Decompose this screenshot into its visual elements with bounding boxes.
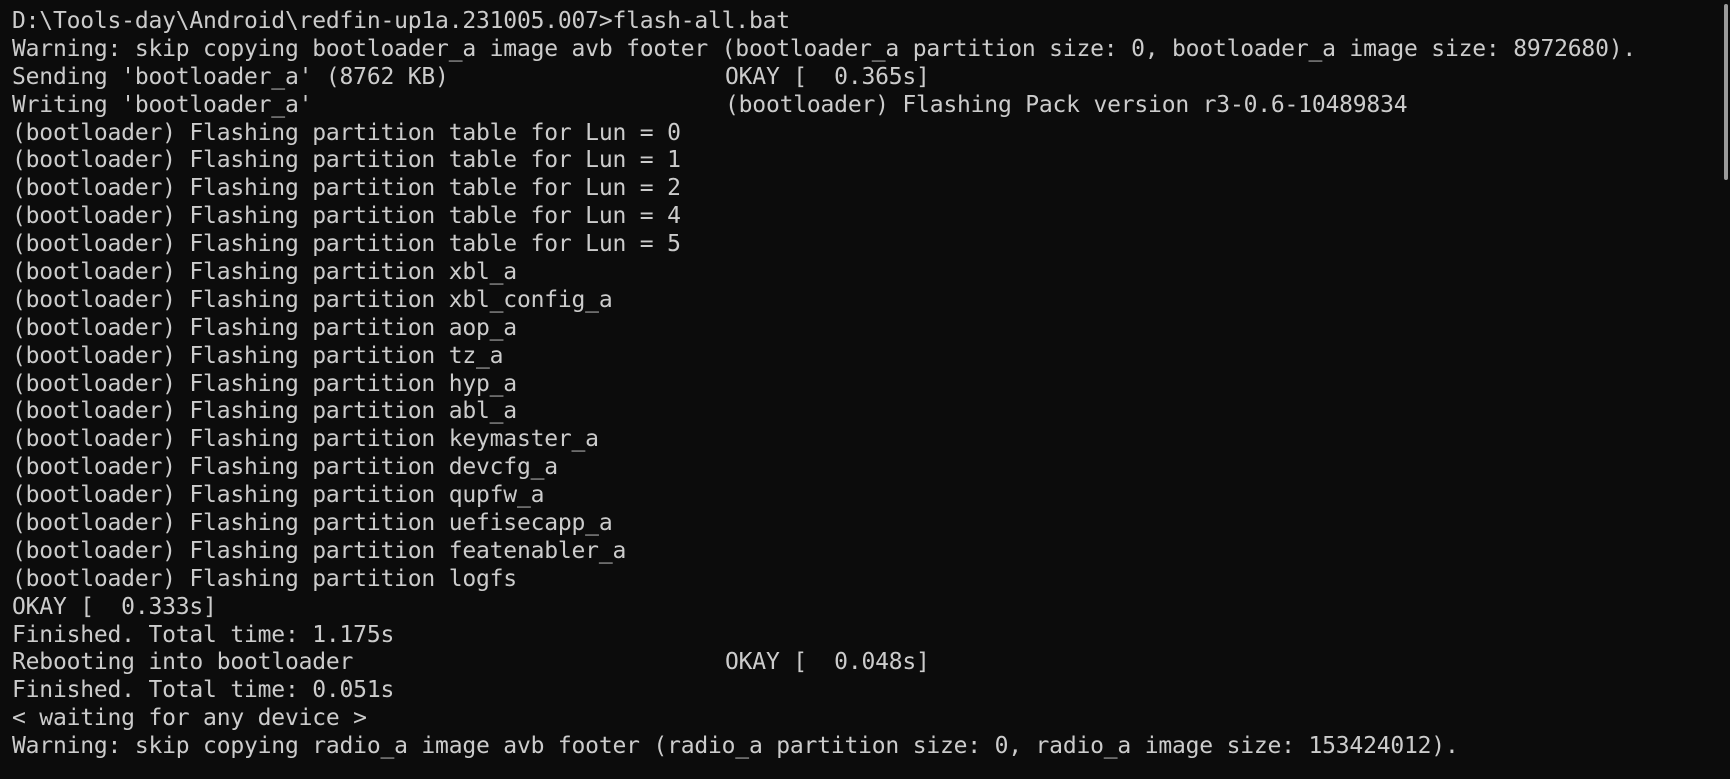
terminal-line: (bootloader) Flashing partition aop_a <box>12 315 1730 343</box>
terminal-output: D:\Tools-day\Android\redfin-up1a.231005.… <box>12 8 1730 761</box>
terminal-line: (bootloader) Flashing partition uefiseca… <box>12 510 1730 538</box>
line-text: (bootloader) Flashing partition aop_a <box>12 314 517 341</box>
line-text: Sending 'bootloader_a' (8762 KB) <box>12 63 449 90</box>
line-status: (bootloader) Flashing Pack version r3-0.… <box>725 91 1408 118</box>
line-text: (bootloader) Flashing partition xbl_a <box>12 259 517 286</box>
line-text: (bootloader) Flashing partition abl_a <box>12 398 517 425</box>
terminal-line: OKAY [ 0.333s] <box>12 594 1730 622</box>
terminal-line: (bootloader) Flashing partition abl_a <box>12 398 1730 426</box>
terminal-line: Finished. Total time: 0.051s <box>12 677 1730 705</box>
terminal-line: (bootloader) Flashing partition xbl_conf… <box>12 287 1730 315</box>
line-text: D:\Tools-day\Android\redfin-up1a.231005.… <box>12 8 790 34</box>
line-text: (bootloader) Flashing partition featenab… <box>12 537 627 564</box>
line-text: (bootloader) Flashing partition table fo… <box>12 175 681 202</box>
terminal-line: Warning: skip copying bootloader_a image… <box>12 36 1730 64</box>
terminal-line: (bootloader) Flashing partition table fo… <box>12 231 1730 259</box>
terminal-line: (bootloader) Flashing partition featenab… <box>12 538 1730 566</box>
line-text: (bootloader) Flashing partition table fo… <box>12 203 681 230</box>
line-status: OKAY [ 0.048s] <box>725 649 930 676</box>
line-text: Writing 'bootloader_a' <box>12 91 313 118</box>
line-text: (bootloader) Flashing partition table fo… <box>12 231 681 258</box>
line-status: OKAY [ 0.365s] <box>725 63 930 90</box>
terminal-window[interactable]: D:\Tools-day\Android\redfin-up1a.231005.… <box>0 0 1730 779</box>
vertical-scrollbar[interactable] <box>1718 0 1730 779</box>
terminal-line: (bootloader) Flashing partition devcfg_a <box>12 454 1730 482</box>
terminal-line: (bootloader) Flashing partition table fo… <box>12 175 1730 203</box>
terminal-line: Finished. Total time: 1.175s <box>12 622 1730 650</box>
line-text: (bootloader) Flashing partition table fo… <box>12 147 681 174</box>
line-text: (bootloader) Flashing partition logfs <box>12 565 517 592</box>
line-text: (bootloader) Flashing partition devcfg_a <box>12 454 558 481</box>
line-text: Finished. Total time: 0.051s <box>12 677 395 704</box>
line-text: Rebooting into bootloader <box>12 649 354 676</box>
line-text: (bootloader) Flashing partition keymaste… <box>12 426 599 453</box>
line-text: Finished. Total time: 1.175s <box>12 621 395 648</box>
line-text: Warning: skip copying bootloader_a image… <box>12 35 1637 62</box>
line-text: (bootloader) Flashing partition uefiseca… <box>12 510 613 537</box>
terminal-line: Rebooting into bootloader OKAY [ 0.048s] <box>12 649 1730 677</box>
line-text: (bootloader) Flashing partition qupfw_a <box>12 482 545 509</box>
terminal-line: (bootloader) Flashing partition table fo… <box>12 120 1730 148</box>
terminal-line: (bootloader) Flashing partition table fo… <box>12 147 1730 175</box>
line-text: < waiting for any device > <box>12 705 367 732</box>
terminal-line: (bootloader) Flashing partition table fo… <box>12 203 1730 231</box>
line-text: OKAY [ 0.333s] <box>12 593 217 620</box>
terminal-line: Sending 'bootloader_a' (8762 KB) OKAY [ 0… <box>12 64 1730 92</box>
terminal-line: (bootloader) Flashing partition qupfw_a <box>12 482 1730 510</box>
line-text: (bootloader) Flashing partition tz_a <box>12 342 504 369</box>
line-text: (bootloader) Flashing partition hyp_a <box>12 370 517 397</box>
terminal-line: Writing 'bootloader_a' (bootloader) Flash… <box>12 92 1730 120</box>
terminal-line: (bootloader) Flashing partition keymaste… <box>12 426 1730 454</box>
terminal-line: (bootloader) Flashing partition hyp_a <box>12 371 1730 399</box>
terminal-line: (bootloader) Flashing partition xbl_a <box>12 259 1730 287</box>
terminal-line: (bootloader) Flashing partition tz_a <box>12 343 1730 371</box>
line-text: Warning: skip copying radio_a image avb … <box>12 733 1459 760</box>
line-text: (bootloader) Flashing partition xbl_conf… <box>12 286 613 313</box>
scrollbar-thumb[interactable] <box>1724 4 1728 180</box>
line-text: (bootloader) Flashing partition table fo… <box>12 119 681 146</box>
terminal-line: (bootloader) Flashing partition logfs <box>12 566 1730 594</box>
terminal-line: D:\Tools-day\Android\redfin-up1a.231005.… <box>12 8 1730 36</box>
terminal-line: Warning: skip copying radio_a image avb … <box>12 733 1730 761</box>
terminal-line: < waiting for any device > <box>12 705 1730 733</box>
